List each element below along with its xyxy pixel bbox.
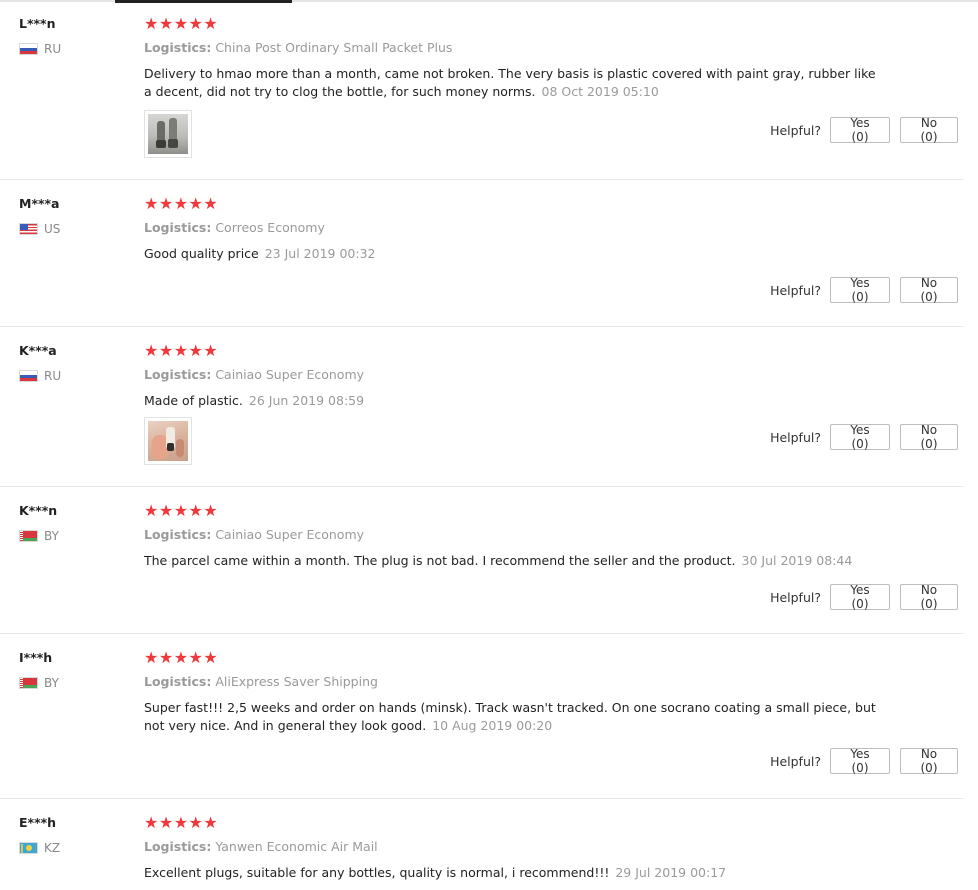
review-date: 29 Jul 2019 00:17 (615, 865, 727, 880)
review-body: Made of plastic. (144, 393, 243, 408)
star-rating: ★★★★★ (144, 341, 219, 360)
helpful-label: Helpful? (770, 282, 821, 298)
reviewer-name: K***a (19, 343, 57, 358)
helpful-vote-row: Helpful? Yes (0) No (0) (770, 423, 958, 451)
country-code: US (44, 222, 61, 236)
star-rating: ★★★★★ (144, 813, 219, 832)
reviewer-country: RU (19, 41, 61, 57)
helpful-yes-button[interactable]: Yes (0) (830, 583, 890, 611)
review-date: 30 Jul 2019 08:44 (741, 553, 853, 568)
logistics-label: Logistics: (144, 527, 212, 542)
helpful-yes-button[interactable]: Yes (0) (830, 747, 890, 775)
review-body: Excellent plugs, suitable for any bottle… (144, 865, 610, 880)
star-rating: ★★★★★ (144, 194, 219, 213)
russia-flag-icon (19, 370, 38, 382)
review-photo-image (148, 421, 188, 461)
reviewer-name: L***n (19, 16, 56, 31)
russia-flag-icon (19, 43, 38, 55)
helpful-vote-row: Helpful? Yes (0) No (0) (770, 116, 958, 144)
logistics-label: Logistics: (144, 839, 212, 854)
review-item: K***n BY ★★★★★ Logistics: Cainiao Super … (0, 487, 964, 634)
review-text: Super fast!!! 2,5 weeks and order on han… (144, 699, 879, 735)
helpful-no-button[interactable]: No (0) (900, 583, 958, 611)
usa-flag-icon (19, 223, 38, 235)
reviewer-country: KZ (19, 840, 60, 856)
logistics-info: Logistics: Cainiao Super Economy (144, 367, 364, 382)
review-text: Made of plastic. 26 Jun 2019 08:59 (144, 392, 879, 410)
kazakhstan-flag-icon (19, 842, 38, 854)
helpful-label: Helpful? (770, 122, 821, 138)
review-text: Excellent plugs, suitable for any bottle… (144, 864, 879, 882)
star-rating: ★★★★★ (144, 648, 219, 667)
logistics-label: Logistics: (144, 40, 212, 55)
logistics-method: Cainiao Super Economy (215, 367, 365, 382)
review-item: K***a RU ★★★★★ Logistics: Cainiao Super … (0, 327, 964, 487)
logistics-method: Yanwen Economic Air Mail (215, 839, 378, 854)
country-code: KZ (44, 841, 61, 855)
logistics-method: Correos Economy (215, 220, 325, 235)
helpful-yes-button[interactable]: Yes (0) (830, 116, 890, 144)
reviewer-name: I***h (19, 650, 53, 665)
logistics-method: China Post Ordinary Small Packet Plus (215, 40, 453, 55)
review-photo-thumbnail[interactable] (144, 417, 192, 465)
belarus-flag-icon (19, 677, 38, 689)
logistics-method: Cainiao Super Economy (215, 527, 365, 542)
review-item: I***h BY ★★★★★ Logistics: AliExpress Sav… (0, 634, 964, 799)
helpful-vote-row: Helpful? Yes (0) No (0) (770, 747, 958, 775)
logistics-label: Logistics: (144, 674, 212, 689)
helpful-vote-row: Helpful? Yes (0) No (0) (770, 583, 958, 611)
helpful-no-button[interactable]: No (0) (900, 116, 958, 144)
review-body: Delivery to hmao more than a month, came… (144, 66, 876, 99)
helpful-no-button[interactable]: No (0) (900, 423, 958, 451)
review-text: Delivery to hmao more than a month, came… (144, 65, 879, 101)
review-date: 10 Aug 2019 00:20 (432, 718, 553, 733)
logistics-info: Logistics: Yanwen Economic Air Mail (144, 839, 378, 854)
belarus-flag-icon (19, 530, 38, 542)
helpful-label: Helpful? (770, 753, 821, 769)
review-item: M***a US ★★★★★ Logistics: Correos Econom… (0, 180, 964, 327)
review-photo-thumbnail[interactable] (144, 110, 192, 158)
review-photo-image (148, 114, 188, 154)
helpful-label: Helpful? (770, 589, 821, 605)
country-code: BY (44, 676, 59, 690)
helpful-label: Helpful? (770, 429, 821, 445)
helpful-no-button[interactable]: No (0) (900, 747, 958, 775)
logistics-info: Logistics: Cainiao Super Economy (144, 527, 364, 542)
logistics-label: Logistics: (144, 367, 212, 382)
review-item: L***n RU ★★★★★ Logistics: China Post Ord… (0, 0, 964, 180)
reviewer-country: BY (19, 528, 59, 544)
helpful-yes-button[interactable]: Yes (0) (830, 276, 890, 304)
star-rating: ★★★★★ (144, 14, 219, 33)
country-code: RU (44, 369, 62, 383)
logistics-info: Logistics: China Post Ordinary Small Pac… (144, 40, 452, 55)
reviewer-country: RU (19, 368, 61, 384)
star-rating: ★★★★★ (144, 501, 219, 520)
review-date: 08 Oct 2019 05:10 (541, 84, 659, 99)
logistics-info: Logistics: AliExpress Saver Shipping (144, 674, 378, 689)
review-body: Good quality price (144, 246, 259, 261)
reviewer-name: K***n (19, 503, 58, 518)
country-code: BY (44, 529, 59, 543)
review-text: The parcel came within a month. The plug… (144, 552, 879, 570)
logistics-info: Logistics: Correos Economy (144, 220, 325, 235)
reviewer-name: M***a (19, 196, 60, 211)
helpful-no-button[interactable]: No (0) (900, 276, 958, 304)
review-body: The parcel came within a month. The plug… (144, 553, 736, 568)
helpful-vote-row: Helpful? Yes (0) No (0) (770, 276, 958, 304)
review-date: 26 Jun 2019 08:59 (248, 393, 365, 408)
review-date: 23 Jul 2019 00:32 (264, 246, 376, 261)
reviewer-country: US (19, 221, 60, 237)
reviewer-name: E***h (19, 815, 57, 830)
helpful-yes-button[interactable]: Yes (0) (830, 423, 890, 451)
review-text: Good quality price 23 Jul 2019 00:32 (144, 245, 879, 263)
logistics-label: Logistics: (144, 220, 212, 235)
country-code: RU (44, 42, 62, 56)
logistics-method: AliExpress Saver Shipping (215, 674, 378, 689)
reviewer-country: BY (19, 675, 59, 691)
review-item: E***h KZ ★★★★★ Logistics: Yanwen Economi… (0, 799, 964, 890)
